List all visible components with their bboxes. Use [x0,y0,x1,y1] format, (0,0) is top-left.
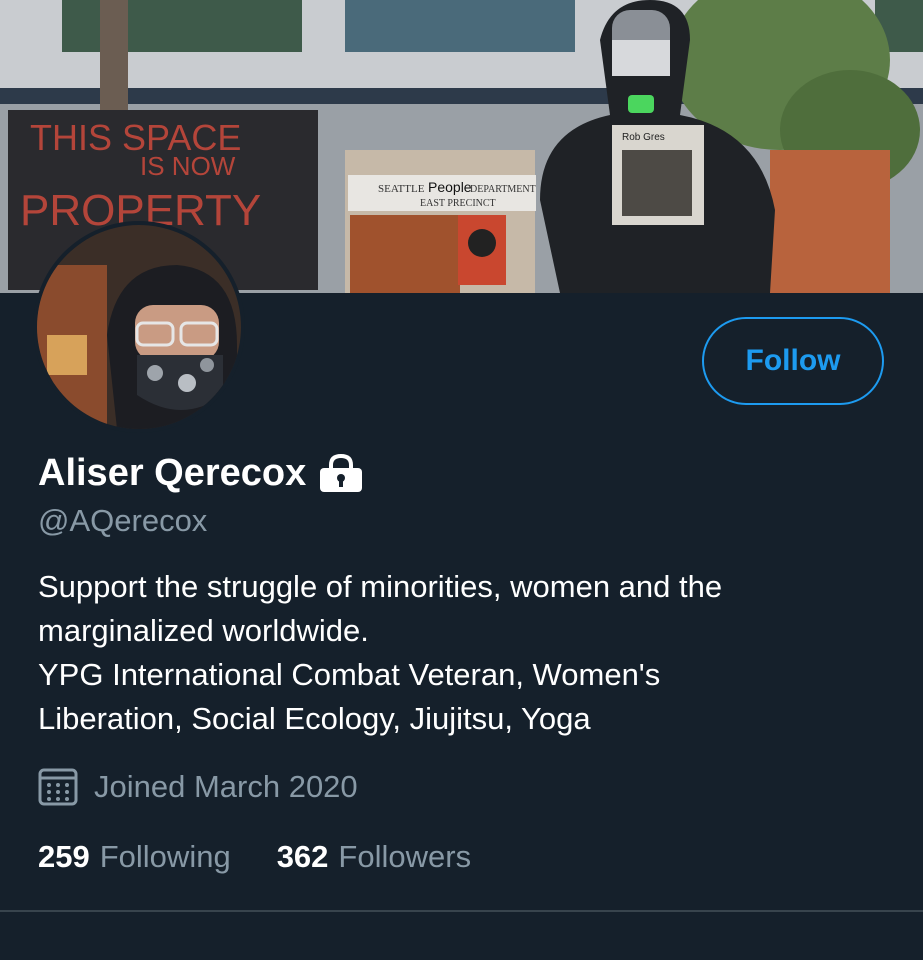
bio-line: marginalized worldwide. [38,613,369,648]
lock-icon [318,454,364,492]
joined-date-text: Joined March 2020 [94,769,358,804]
follow-button[interactable]: Follow [702,317,884,405]
display-name: Aliser Qerecox [38,451,307,494]
banner-building-sign-1: SEATTLE [378,183,425,195]
bio-line: Liberation, Social Ecology, Jiujitsu, Yo… [38,701,591,736]
follow-stats: 259 Following 362 Followers [38,835,471,879]
bio-line: YPG International Combat Veteran, Women'… [38,657,661,692]
profile-handle: @AQerecox [38,503,208,538]
avatar[interactable] [33,221,245,433]
calendar-icon [38,768,78,806]
followers-link[interactable]: 362 Followers [277,839,471,875]
banner-building-sign-4: EAST PRECINCT [420,198,496,209]
banner-sign-line2: IS NOW [140,151,236,181]
banner-building-sign-3: DEPARTMENT [470,184,536,195]
divider [0,910,923,912]
banner-building-sign-2: People [428,179,472,195]
profile-bio: Support the struggle of minorities, wome… [38,565,898,741]
banner-shirt-text: Rob Gres [622,132,665,143]
followers-count: 362 [276,839,329,874]
profile-name-row: Aliser Qerecox [38,450,364,496]
following-link[interactable]: 259 Following [38,839,231,875]
following-label: Following [99,839,231,874]
following-count: 259 [38,839,90,874]
avatar-image [37,225,241,429]
bio-line: Support the struggle of minorities, wome… [38,569,723,604]
joined-date-row: Joined March 2020 [38,767,358,807]
followers-label: Followers [338,839,472,874]
